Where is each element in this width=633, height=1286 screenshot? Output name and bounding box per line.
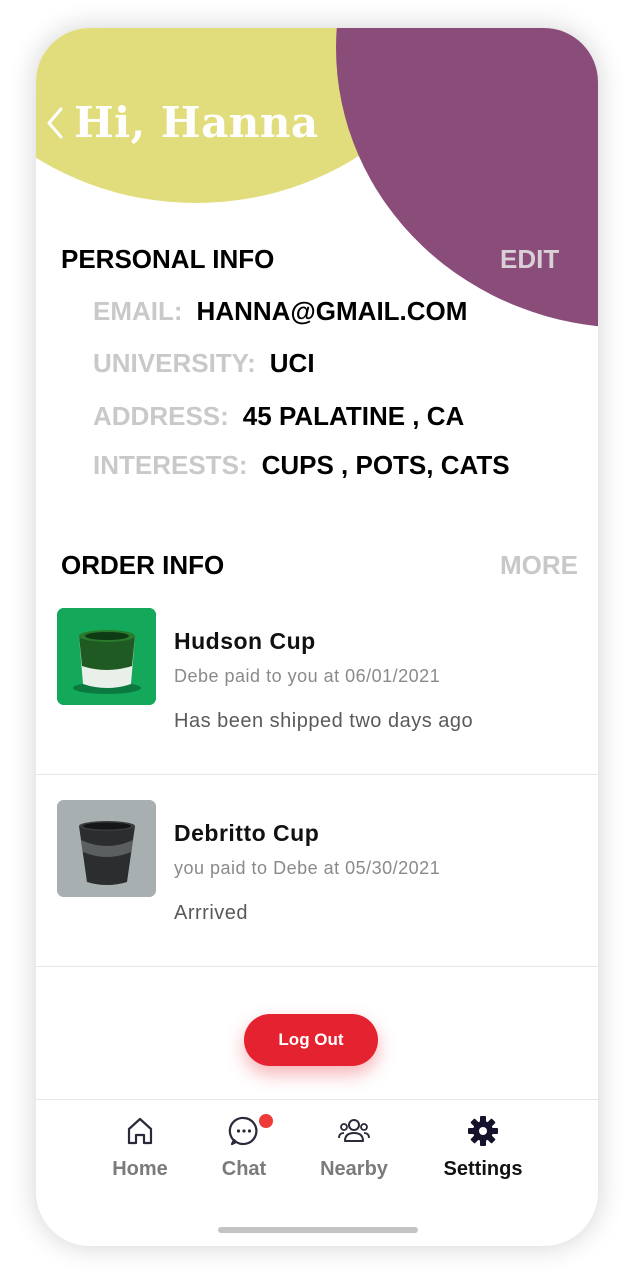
order-payment: Debe paid to you at 06/01/2021 (174, 666, 441, 686)
divider (36, 966, 598, 967)
gear-icon (468, 1116, 498, 1146)
divider (36, 774, 598, 775)
university-value: UCI (269, 348, 315, 378)
cup-image-icon (57, 608, 156, 705)
tab-label: Chat (221, 1158, 267, 1180)
tab-chat[interactable]: Chat (184, 1112, 304, 1181)
tab-label: Home (112, 1158, 168, 1180)
header: Hi, Hanna (44, 98, 319, 147)
info-row-university: UNIVERSITY: UCI (93, 348, 315, 379)
phone-screen: Hi, Hanna PERSONAL INFO EDIT EMAIL: HANN… (36, 28, 598, 1246)
order-payment: you paid to Debe at 05/30/2021 (174, 858, 441, 878)
address-value: 45 PALATINE , CA (242, 401, 465, 431)
home-indicator (218, 1227, 418, 1233)
info-row-email: EMAIL: HANNA@GMAIL.COM (93, 296, 467, 327)
order-item[interactable]: Hudson Cup Debe paid to you at 06/01/202… (36, 598, 598, 788)
cup-image-icon (57, 800, 156, 897)
university-label: UNIVERSITY: (93, 348, 256, 378)
header-purple-shape (336, 28, 598, 328)
page-title: Hi, Hanna (74, 98, 319, 147)
tab-nearby[interactable]: Nearby (294, 1114, 414, 1181)
order-title: Hudson Cup (174, 628, 316, 654)
tab-bar-divider (36, 1099, 598, 1100)
order-status: Arrrived (174, 902, 249, 924)
order-status: Has been shipped two days ago (174, 710, 474, 732)
tab-settings[interactable]: Settings (423, 1114, 543, 1181)
product-thumbnail (57, 800, 156, 897)
tab-home[interactable]: Home (80, 1114, 200, 1181)
interests-label: INTERESTS: (93, 450, 248, 480)
home-icon (127, 1117, 153, 1145)
order-title: Debritto Cup (174, 820, 320, 846)
address-label: ADDRESS: (93, 401, 229, 431)
more-button[interactable]: MORE (500, 550, 578, 581)
tab-label: Nearby (320, 1158, 388, 1180)
order-info-title: ORDER INFO (61, 550, 225, 580)
notification-badge (257, 1112, 275, 1130)
logout-button[interactable]: Log Out (244, 1014, 378, 1066)
chat-icon (228, 1116, 258, 1146)
info-row-interests: INTERESTS: CUPS , POTS, CATS (93, 450, 510, 481)
interests-value: CUPS , POTS, CATS (261, 450, 510, 480)
chevron-left-icon[interactable] (44, 106, 66, 140)
tab-label: Settings (443, 1158, 523, 1180)
email-label: EMAIL: (93, 296, 183, 326)
personal-info-title: PERSONAL INFO (61, 244, 275, 274)
info-row-address: ADDRESS: 45 PALATINE , CA (93, 401, 464, 432)
product-thumbnail (57, 608, 156, 705)
email-value: HANNA@GMAIL.COM (196, 296, 468, 326)
people-icon (338, 1119, 370, 1142)
order-item[interactable]: Debritto Cup you paid to Debe at 05/30/2… (36, 790, 598, 980)
edit-button[interactable]: EDIT (500, 244, 559, 275)
